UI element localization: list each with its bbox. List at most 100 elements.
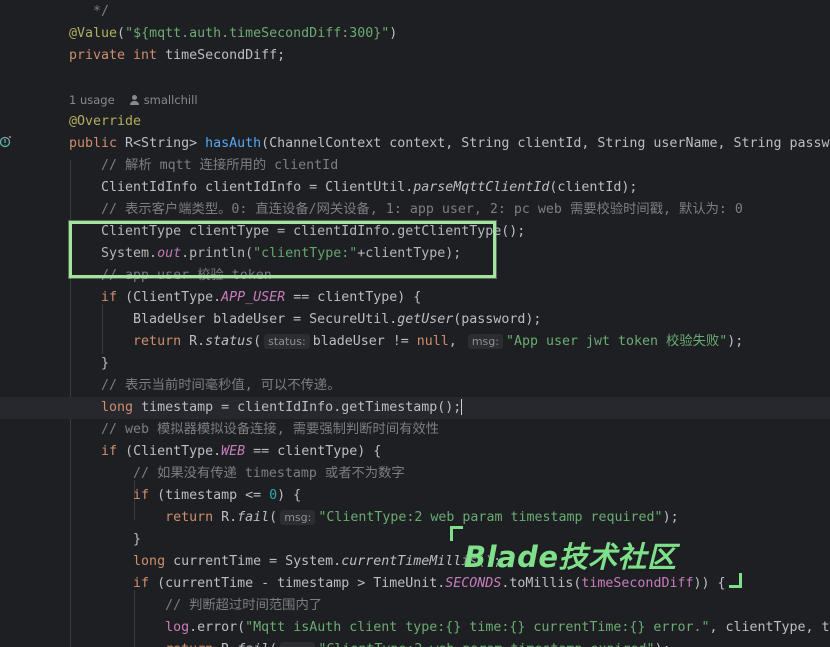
- code-token: "${mqtt.auth.timeSecondDiff:300}": [125, 26, 390, 41]
- code-line[interactable]: if (timestamp <= 0) {: [0, 485, 830, 507]
- code-token: currentTime = System.: [173, 554, 342, 569]
- code-line-content: @Value("${mqtt.auth.timeSecondDiff:300}"…: [69, 23, 397, 45]
- code-token: long: [101, 400, 142, 415]
- code-token: timeSecondDiff;: [165, 48, 286, 63]
- code-line[interactable]: log.error("Mqtt isAuth client type:{} ti…: [0, 617, 830, 639]
- code-line-content: }: [69, 529, 141, 551]
- code-token: return: [133, 334, 190, 349]
- code-line[interactable]: // 表示当前时间毫秒值, 可以不传递。: [0, 375, 830, 397]
- code-token: int: [133, 48, 166, 63]
- code-line[interactable]: // 解析 mqtt 连接所用的 clientId: [0, 155, 830, 177]
- parameter-hint: msg:: [467, 334, 503, 349]
- code-line-content: long timestamp = clientIdInfo.getTimesta…: [69, 397, 463, 419]
- user-icon: [129, 94, 140, 106]
- code-token: BladeUser bladeUser = SecureUtil.: [69, 312, 398, 327]
- code-line-content: log.error("Mqtt isAuth client type:{} ti…: [69, 617, 830, 639]
- code-line-content: // 表示当前时间毫秒值, 可以不传递。: [69, 375, 341, 397]
- code-line-content: long currentTime = System.currentTimeMil…: [69, 551, 501, 573]
- code-token: getUser: [397, 312, 454, 327]
- code-token: // 判断超过时间范围内了: [69, 598, 323, 613]
- code-token: ): [389, 26, 398, 41]
- code-token: if: [101, 290, 126, 305]
- code-line-content: // 判断超过时间范围内了: [69, 595, 322, 617]
- code-token: );: [727, 334, 744, 349]
- code-token: @Override: [69, 114, 142, 129]
- code-token: fail: [237, 642, 269, 647]
- code-token: );: [662, 510, 679, 525]
- code-token: // 表示客户端类型。0: 直连设备/网关设备, 1: app user, 2:…: [69, 202, 743, 217]
- code-token: (ClientType.: [125, 290, 222, 305]
- code-line-content: BladeUser bladeUser = SecureUtil.getUser…: [69, 309, 541, 331]
- code-token: (: [269, 510, 278, 525]
- code-token: }: [69, 532, 142, 547]
- code-line[interactable]: // 表示客户端类型。0: 直连设备/网关设备, 1: app user, 2:…: [0, 199, 830, 221]
- code-vision-hint[interactable]: 1 usage smallchill: [0, 89, 830, 111]
- code-token: (ClientType.: [125, 444, 222, 459]
- code-token: (: [253, 334, 262, 349]
- code-line[interactable]: private int timeSecondDiff;: [0, 45, 830, 67]
- author-name[interactable]: smallchill: [144, 89, 198, 111]
- code-token: (: [269, 642, 277, 647]
- code-token: ) {: [277, 488, 302, 503]
- code-token: (clientId);: [549, 180, 638, 195]
- code-token: "ClientType:2 web param timestamp requir…: [318, 510, 663, 525]
- code-token: APP_USER: [221, 290, 286, 305]
- override-gutter-icon[interactable]: [0, 134, 12, 150]
- code-line-content: // web 模拟器模拟设备连接, 需要强制判断时间有效性: [69, 419, 439, 441]
- code-token: // 表示当前时间毫秒值, 可以不传递。: [69, 378, 341, 393]
- code-token: hasAuth: [205, 136, 262, 151]
- code-token: }: [69, 356, 110, 371]
- code-token: );: [655, 642, 671, 647]
- code-token: R.: [221, 642, 237, 647]
- code-line[interactable]: */: [0, 1, 830, 23]
- code-token: if: [133, 488, 158, 503]
- code-token: timestamp = clientIdInfo.getTimestamp();: [141, 400, 462, 415]
- code-token: fail: [237, 510, 270, 525]
- code-line[interactable]: @Value("${mqtt.auth.timeSecondDiff:300}"…: [0, 23, 830, 45]
- code-token: , clientType, timestamp: [709, 620, 830, 635]
- code-line[interactable]: [0, 67, 830, 89]
- code-token: R<String>: [125, 136, 206, 151]
- code-line-content: private int timeSecondDiff;: [69, 45, 285, 67]
- code-token: public: [69, 136, 126, 151]
- code-token: parseMqttClientId: [413, 180, 550, 195]
- code-token: (password);: [453, 312, 542, 327]
- code-line[interactable]: return R.fail(msg:"ClientType:2 web para…: [0, 639, 830, 647]
- code-token: R.: [189, 334, 206, 349]
- code-token: status: [205, 334, 254, 349]
- code-line[interactable]: public R<String> hasAuth(ChannelContext …: [0, 133, 830, 155]
- code-token: ,: [448, 334, 465, 349]
- code-token: private: [69, 48, 134, 63]
- code-token: // 解析 mqtt 连接所用的 clientId: [69, 158, 339, 173]
- code-line[interactable]: ClientIdInfo clientIdInfo = ClientUtil.p…: [0, 177, 830, 199]
- code-token: (timestamp <=: [157, 488, 270, 503]
- code-line[interactable]: long timestamp = clientIdInfo.getTimesta…: [0, 397, 830, 419]
- code-line[interactable]: // 判断超过时间范围内了: [0, 595, 830, 617]
- code-line[interactable]: if (ClientType.WEB == clientType) {: [0, 441, 830, 463]
- code-line[interactable]: // 如果没有传递 timestamp 或者不为数字: [0, 463, 830, 485]
- code-line[interactable]: if (ClientType.APP_USER == clientType) {: [0, 287, 830, 309]
- code-line[interactable]: BladeUser bladeUser = SecureUtil.getUser…: [0, 309, 830, 331]
- code-token: if: [133, 576, 158, 591]
- code-line[interactable]: // web 模拟器模拟设备连接, 需要强制判断时间有效性: [0, 419, 830, 441]
- code-token: == clientType) {: [285, 290, 422, 305]
- watermark-text: Blade技术社区: [464, 540, 677, 574]
- parameter-hint: msg:: [280, 642, 316, 647]
- code-line-content: return R.status(status: bladeUser != null…: [69, 331, 743, 353]
- code-token: // 如果没有传递 timestamp 或者不为数字: [69, 466, 405, 481]
- code-line[interactable]: }: [0, 353, 830, 375]
- code-token: WEB: [221, 444, 246, 459]
- code-line-content: if (ClientType.WEB == clientType) {: [69, 441, 381, 463]
- code-line[interactable]: return R.status(status: bladeUser != null…: [0, 331, 830, 353]
- usage-count[interactable]: 1 usage: [69, 89, 115, 111]
- code-token: */: [69, 4, 110, 19]
- text-caret: [461, 399, 463, 415]
- code-line[interactable]: @Override: [0, 111, 830, 133]
- code-token: (ChannelContext context, String clientId…: [261, 136, 830, 151]
